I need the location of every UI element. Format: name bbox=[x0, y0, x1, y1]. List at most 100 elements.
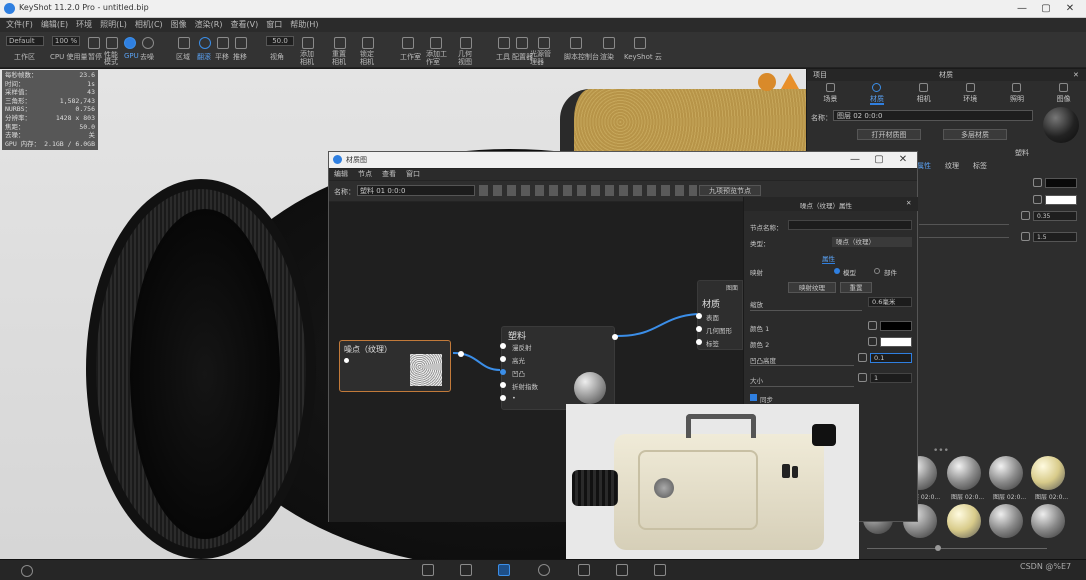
render-output-icon[interactable] bbox=[616, 564, 628, 576]
library-zoom-slider[interactable] bbox=[867, 548, 1047, 549]
refraction-index-input[interactable]: 1.5 bbox=[1033, 232, 1077, 242]
panel-close-icon[interactable]: ✕ bbox=[1073, 69, 1079, 81]
node-input-port[interactable] bbox=[500, 356, 506, 362]
node-input-port[interactable] bbox=[500, 369, 506, 375]
performance-mode-icon[interactable] bbox=[106, 37, 118, 49]
bump-texture-icon[interactable] bbox=[858, 353, 867, 362]
tab-camera[interactable]: 相机 bbox=[917, 81, 931, 105]
animation-icon[interactable] bbox=[538, 564, 550, 576]
add-camera-icon[interactable] bbox=[302, 37, 314, 49]
bump-slider[interactable] bbox=[750, 365, 854, 366]
keyshotxr-icon[interactable] bbox=[578, 564, 590, 576]
pan-icon[interactable] bbox=[217, 37, 229, 49]
minimize-button[interactable]: — bbox=[1010, 1, 1034, 17]
node-input-port[interactable] bbox=[500, 395, 506, 401]
node-input-port[interactable] bbox=[696, 326, 702, 332]
size-slider[interactable] bbox=[750, 386, 854, 387]
render-alert-icon[interactable] bbox=[758, 73, 776, 91]
material-thumb[interactable] bbox=[1031, 504, 1065, 538]
node-output-port[interactable] bbox=[612, 334, 618, 340]
menu-edit[interactable]: 编辑(E) bbox=[41, 18, 68, 32]
size-input[interactable]: 1 bbox=[870, 373, 912, 383]
graph-close-button[interactable]: ✕ bbox=[891, 152, 915, 168]
props-tab-attributes[interactable]: 属性 bbox=[822, 253, 835, 264]
node-input-port[interactable] bbox=[344, 358, 349, 363]
graph-maximize-button[interactable]: ▢ bbox=[867, 152, 891, 168]
denoise-icon[interactable] bbox=[142, 37, 154, 49]
pause-icon[interactable] bbox=[88, 37, 100, 49]
material-thumb[interactable] bbox=[1031, 456, 1065, 490]
node-material-output[interactable]: 图面 材质 表面 几何图形 标签 bbox=[696, 280, 743, 350]
light-manager-icon[interactable] bbox=[538, 37, 550, 49]
gpu-icon[interactable] bbox=[124, 37, 136, 49]
graph-minimize-button[interactable]: — bbox=[843, 152, 867, 168]
fov-input[interactable]: 50.0 bbox=[266, 36, 294, 46]
radio-part[interactable] bbox=[874, 268, 880, 274]
color1-swatch[interactable] bbox=[880, 321, 912, 331]
region-icon[interactable] bbox=[178, 37, 190, 49]
reset-camera-icon[interactable] bbox=[334, 37, 346, 49]
menu-environment[interactable]: 环境 bbox=[76, 18, 92, 32]
mapping-texture-button[interactable]: 映射纹理 bbox=[788, 282, 836, 293]
slider-track[interactable] bbox=[919, 224, 1009, 225]
menu-help[interactable]: 帮助(H) bbox=[290, 18, 318, 32]
tools-icon[interactable] bbox=[498, 37, 510, 49]
bump-height-input[interactable]: 0.1 bbox=[870, 353, 912, 363]
tab-environment[interactable]: 环境 bbox=[963, 81, 977, 105]
graph-menu-view[interactable]: 查看 bbox=[382, 169, 396, 180]
cpu-percent-input[interactable]: 100 % bbox=[52, 36, 80, 46]
color2-texture-icon[interactable] bbox=[868, 337, 877, 346]
roughness-input[interactable]: 0.35 bbox=[1033, 211, 1077, 221]
close-button[interactable]: ✕ bbox=[1058, 1, 1082, 17]
node-input-port[interactable] bbox=[500, 343, 506, 349]
sync-checkbox[interactable] bbox=[750, 394, 757, 401]
tab-material[interactable]: 材质 bbox=[869, 81, 884, 105]
texture-slot-icon[interactable] bbox=[1021, 232, 1030, 241]
tab-image[interactable]: 图像 bbox=[1057, 81, 1071, 105]
tab-lighting[interactable]: 照明 bbox=[1010, 81, 1024, 105]
diffuse-swatch[interactable] bbox=[1045, 178, 1077, 188]
maximize-button[interactable]: ▢ bbox=[1034, 1, 1058, 17]
node-plastic[interactable]: 塑料 漫反射 高光 凹凸 折射指数 • bbox=[500, 326, 618, 410]
reset-mapping-button[interactable]: 重置 bbox=[840, 282, 872, 293]
workspace-select[interactable]: Default bbox=[6, 36, 44, 46]
graph-menu-node[interactable]: 节点 bbox=[358, 169, 372, 180]
tab-scene[interactable]: 场景 bbox=[823, 81, 837, 105]
cloud-library-icon[interactable] bbox=[21, 565, 33, 577]
node-noise-texture[interactable]: 噪点（纹理） bbox=[339, 340, 464, 392]
color2-swatch[interactable] bbox=[880, 337, 912, 347]
material-thumb[interactable] bbox=[989, 456, 1023, 490]
scale-slider[interactable] bbox=[750, 310, 862, 311]
menu-image[interactable]: 图像 bbox=[171, 18, 187, 32]
texture-slot-icon[interactable] bbox=[1033, 195, 1042, 204]
render-icon[interactable] bbox=[603, 37, 615, 49]
preview-node-button[interactable]: 九项预览节点 bbox=[699, 185, 761, 196]
subtab-labels[interactable]: 标签 bbox=[973, 161, 987, 171]
material-thumb[interactable] bbox=[989, 504, 1023, 538]
open-material-graph-button[interactable]: 打开材质图 bbox=[857, 129, 921, 140]
menu-view[interactable]: 查看(V) bbox=[230, 18, 258, 32]
size-texture-icon[interactable] bbox=[858, 373, 867, 382]
menu-window[interactable]: 窗口 bbox=[266, 18, 282, 32]
menu-render[interactable]: 渲染(R) bbox=[195, 18, 223, 32]
configurator-icon[interactable] bbox=[516, 37, 528, 49]
texture-slot-icon[interactable] bbox=[1021, 211, 1030, 220]
radio-model[interactable] bbox=[834, 268, 840, 274]
graph-menu-window[interactable]: 窗口 bbox=[406, 169, 420, 180]
menu-file[interactable]: 文件(F) bbox=[6, 18, 33, 32]
slider-track[interactable] bbox=[919, 237, 1009, 238]
graph-name-input[interactable]: 塑料 01 0:0:0 bbox=[357, 185, 475, 196]
cloud-library-icon[interactable] bbox=[634, 37, 646, 49]
dolly-icon[interactable] bbox=[235, 37, 247, 49]
project-icon[interactable] bbox=[498, 564, 510, 576]
menu-lighting[interactable]: 照明(L) bbox=[100, 18, 127, 32]
import-icon[interactable] bbox=[422, 564, 434, 576]
graph-menu-edit[interactable]: 编辑 bbox=[334, 169, 348, 180]
material-name-input[interactable]: 图层 02 0:0:0 bbox=[833, 110, 1033, 121]
tumble-icon[interactable] bbox=[199, 37, 211, 49]
library-icon[interactable] bbox=[460, 564, 472, 576]
scale-input[interactable]: 0.6毫米 bbox=[868, 297, 912, 307]
material-thumb[interactable] bbox=[947, 504, 981, 538]
studio-icon[interactable] bbox=[402, 37, 414, 49]
subtab-textures[interactable]: 纹理 bbox=[945, 161, 959, 171]
